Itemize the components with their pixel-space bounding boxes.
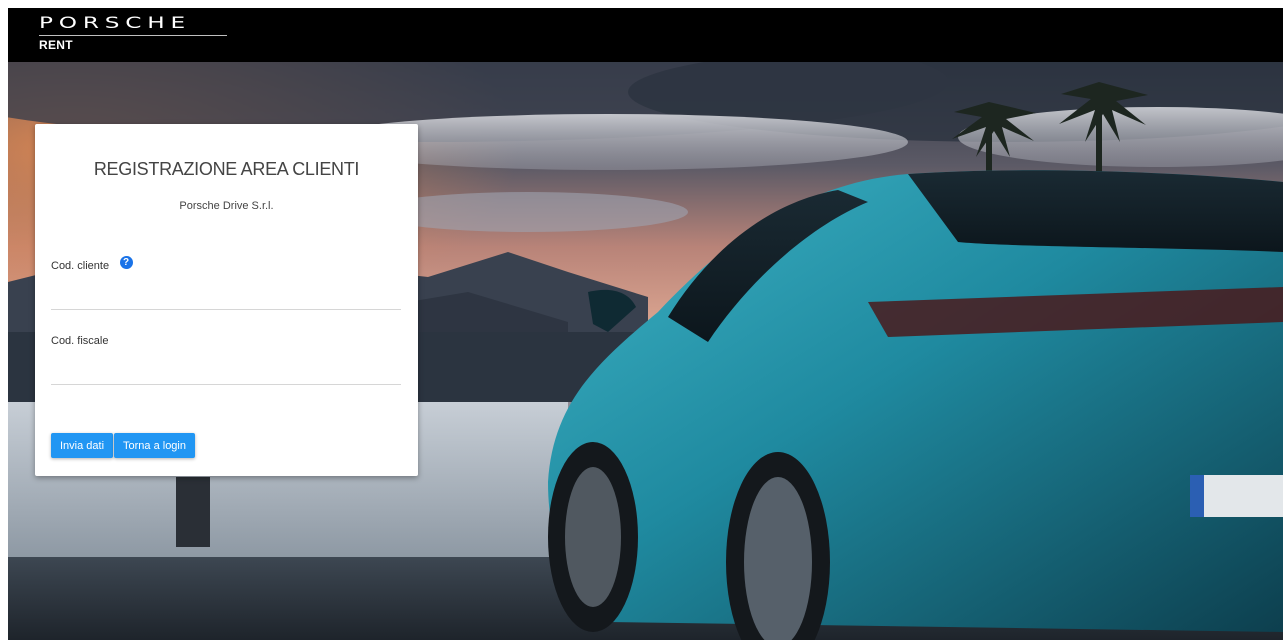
page: PORSCHE RENT REGISTRAZIONE AREA CLIENTI …: [8, 8, 1283, 640]
help-icon[interactable]: ?: [119, 256, 133, 270]
brand-wordmark: PORSCHE: [39, 13, 192, 32]
tax-code-label: Cod. fiscale: [51, 334, 109, 347]
customer-code-label: Cod. cliente: [51, 259, 110, 272]
porsche-rent-logo[interactable]: PORSCHE RENT: [39, 14, 227, 52]
back-to-login-button[interactable]: Torna a login: [114, 433, 195, 458]
customer-code-field: Cod. cliente ?: [51, 256, 401, 310]
customer-code-input[interactable]: [51, 287, 401, 310]
registration-card: REGISTRAZIONE AREA CLIENTI Porsche Drive…: [35, 124, 418, 476]
tax-code-field: Cod. fiscale: [51, 332, 401, 385]
submit-button[interactable]: Invia dati: [51, 433, 114, 458]
brand-subtitle: RENT: [39, 38, 73, 52]
tax-code-input[interactable]: [51, 362, 401, 385]
company-name: Porsche Drive S.r.l.: [179, 200, 274, 212]
card-title: REGISTRAZIONE AREA CLIENTI: [93, 159, 360, 179]
top-bar: PORSCHE RENT: [8, 8, 1283, 62]
brand-divider: [39, 35, 227, 36]
